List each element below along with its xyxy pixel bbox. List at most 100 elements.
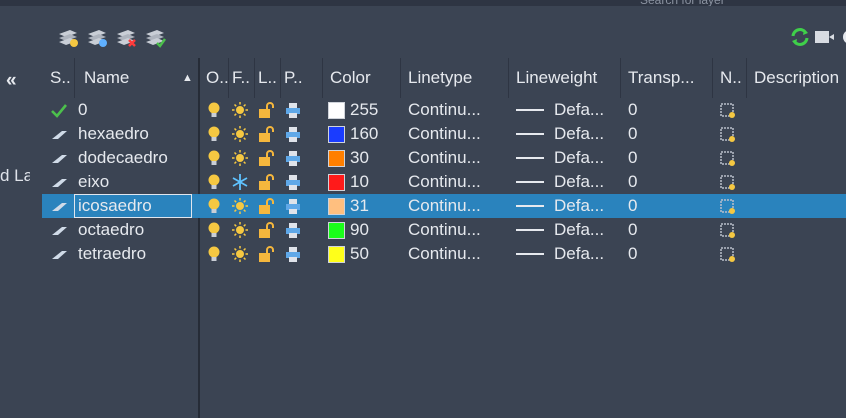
column-linetype[interactable]: Linetype [408,68,472,88]
layer-status-icon[interactable] [50,244,68,264]
layer-lineweight[interactable]: Defa... [554,148,604,168]
padlock-unlocked-icon[interactable] [257,244,275,264]
printer-plot-icon[interactable] [284,196,302,216]
lightbulb-on-icon[interactable] [205,172,223,192]
layer-row[interactable]: octaedro 90 Continu... Defa... 0 [42,218,846,242]
lightbulb-on-icon[interactable] [205,124,223,144]
sun-thawed-icon[interactable] [231,196,249,216]
new-vp-freeze-icon[interactable] [719,148,737,168]
padlock-unlocked-icon[interactable] [257,196,275,216]
layer-name[interactable]: 0 [78,100,87,120]
column-divider[interactable] [74,58,75,98]
layer-color-value[interactable]: 31 [350,196,369,216]
set-current-layer-icon[interactable] [143,26,167,48]
color-swatch[interactable] [328,174,345,191]
layer-color-value[interactable]: 10 [350,172,369,192]
color-swatch[interactable] [328,246,345,263]
current-layer-check-icon[interactable] [50,100,68,120]
column-description[interactable]: Description [754,68,839,88]
layer-status-icon[interactable] [50,172,68,192]
column-divider[interactable] [712,58,713,98]
column-divider[interactable] [620,58,621,98]
sun-thawed-icon[interactable] [231,244,249,264]
layer-linetype[interactable]: Continu... [408,244,481,264]
layer-transparency[interactable]: 0 [628,244,637,264]
printer-plot-icon[interactable] [284,220,302,240]
column-on[interactable]: O.. [206,68,229,88]
column-divider[interactable] [254,58,255,98]
column-divider[interactable] [508,58,509,98]
layer-lineweight[interactable]: Defa... [554,172,604,192]
layer-transparency[interactable]: 0 [628,172,637,192]
layer-linetype[interactable]: Continu... [408,100,481,120]
layer-settings-icon[interactable] [812,26,836,48]
column-lock[interactable]: L.. [258,68,277,88]
layer-color-value[interactable]: 90 [350,220,369,240]
printer-plot-icon[interactable] [284,100,302,120]
column-color[interactable]: Color [330,68,371,88]
lightbulb-on-icon[interactable] [205,100,223,120]
layer-name[interactable]: octaedro [78,220,144,240]
layer-row[interactable]: hexaedro 160 Continu... Defa... 0 [42,122,846,146]
layer-name[interactable]: tetraedro [78,244,146,264]
new-layer-icon[interactable] [56,26,80,48]
new-vp-freeze-icon[interactable] [719,244,737,264]
gear-icon[interactable] [838,26,846,48]
refresh-icon[interactable] [788,26,812,48]
sun-thawed-icon[interactable] [231,124,249,144]
column-divider[interactable] [400,58,401,98]
column-new-vp-freeze[interactable]: N.. [720,68,742,88]
lightbulb-on-icon[interactable] [205,220,223,240]
printer-plot-icon[interactable] [284,148,302,168]
column-transparency[interactable]: Transp... [628,68,694,88]
lightbulb-on-icon[interactable] [205,244,223,264]
layer-name[interactable]: icosaedro [78,196,152,216]
padlock-unlocked-icon[interactable] [257,124,275,144]
layer-row[interactable]: dodecaedro 30 Continu... Defa... 0 [42,146,846,170]
layer-lineweight[interactable]: Defa... [554,196,604,216]
layer-transparency[interactable]: 0 [628,100,637,120]
printer-plot-icon[interactable] [284,124,302,144]
padlock-unlocked-icon[interactable] [257,172,275,192]
column-divider[interactable] [746,58,747,98]
new-vp-freeze-icon[interactable] [719,100,737,120]
layer-row[interactable]: tetraedro 50 Continu... Defa... 0 [42,242,846,266]
layer-transparency[interactable]: 0 [628,220,637,240]
column-freeze[interactable]: F.. [232,68,250,88]
layer-linetype[interactable]: Continu... [408,148,481,168]
layer-row[interactable]: icosaedro 31 Continu... Defa... 0 [42,194,846,218]
column-divider[interactable] [228,58,229,98]
layer-color-value[interactable]: 50 [350,244,369,264]
color-swatch[interactable] [328,222,345,239]
layer-name[interactable]: hexaedro [78,124,149,144]
layer-name[interactable]: eixo [78,172,109,192]
lightbulb-on-icon[interactable] [205,196,223,216]
layer-status-icon[interactable] [50,148,68,168]
layer-transparency[interactable]: 0 [628,148,637,168]
layer-linetype[interactable]: Continu... [408,196,481,216]
new-vp-freeze-icon[interactable] [719,220,737,240]
column-lineweight[interactable]: Lineweight [516,68,597,88]
layer-transparency[interactable]: 0 [628,196,637,216]
layer-color-value[interactable]: 255 [350,100,378,120]
sun-thawed-icon[interactable] [231,220,249,240]
collapse-panel-button[interactable]: « [6,70,17,92]
layer-status-icon[interactable] [50,124,68,144]
delete-layer-icon[interactable] [114,26,138,48]
layer-status-icon[interactable] [50,220,68,240]
lightbulb-on-icon[interactable] [205,148,223,168]
sun-thawed-icon[interactable] [231,100,249,120]
column-plot[interactable]: P.. [284,68,303,88]
color-swatch[interactable] [328,150,345,167]
column-name[interactable]: Name [84,68,129,88]
color-swatch[interactable] [328,198,345,215]
new-layer-vp-frozen-icon[interactable] [85,26,109,48]
layer-transparency[interactable]: 0 [628,124,637,144]
layer-color-value[interactable]: 160 [350,124,378,144]
new-vp-freeze-icon[interactable] [719,172,737,192]
padlock-unlocked-icon[interactable] [257,148,275,168]
sun-thawed-icon[interactable] [231,148,249,168]
layer-lineweight[interactable]: Defa... [554,244,604,264]
color-swatch[interactable] [328,126,345,143]
layer-lineweight[interactable]: Defa... [554,220,604,240]
